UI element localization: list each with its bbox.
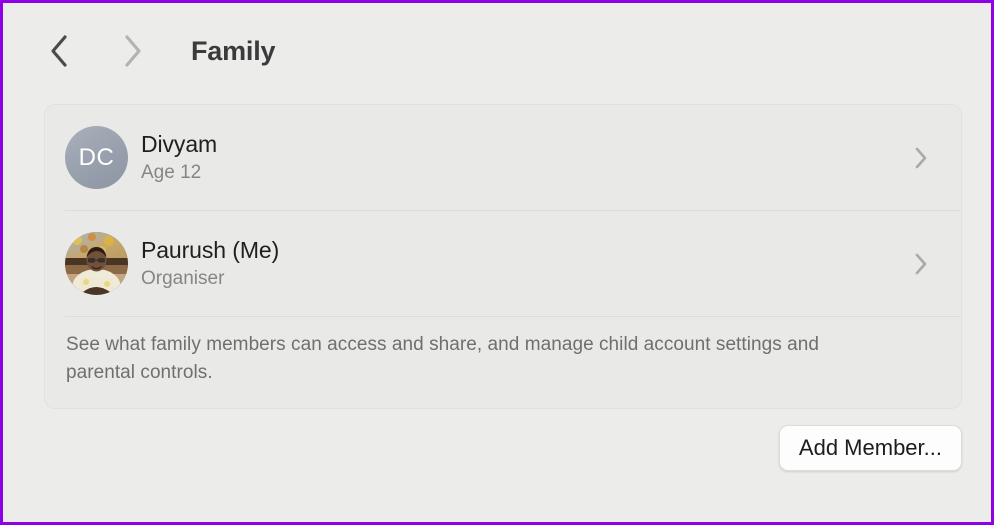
member-name: Divyam — [141, 130, 218, 157]
row-divider — [65, 316, 960, 317]
chevron-left-icon — [49, 34, 71, 68]
list-item[interactable]: Paurush (Me) Organiser — [45, 211, 961, 316]
forward-button[interactable] — [110, 29, 154, 73]
back-button[interactable] — [38, 29, 82, 73]
member-text: Paurush (Me) Organiser — [141, 237, 279, 291]
list-item[interactable]: DC Divyam Age 12 — [45, 105, 961, 210]
avatar: DC — [65, 126, 128, 189]
avatar — [65, 232, 128, 295]
chevron-right-icon — [121, 34, 143, 68]
chevron-right-icon[interactable] — [907, 251, 933, 277]
member-subtitle: Organiser — [141, 267, 225, 289]
add-member-button[interactable]: Add Member... — [778, 425, 962, 472]
member-subtitle: Age 12 — [141, 161, 202, 183]
footer-button-bar: Add Member... — [3, 425, 962, 472]
member-text: Divyam Age 12 — [141, 131, 217, 185]
page-title: Family — [191, 35, 276, 66]
chevron-right-icon[interactable] — [907, 145, 933, 171]
member-name: Paurush (Me) — [141, 236, 280, 263]
settings-window: Family DC Divyam Age 12 Paurush (Me) Org… — [0, 0, 994, 525]
avatar-initials: DC — [78, 143, 115, 171]
avatar-photo — [65, 232, 128, 295]
family-members-card: DC Divyam Age 12 Paurush (Me) Organiser … — [44, 104, 962, 409]
card-footnote: See what family members can access and s… — [66, 334, 819, 383]
toolbar: Family — [3, 3, 991, 99]
